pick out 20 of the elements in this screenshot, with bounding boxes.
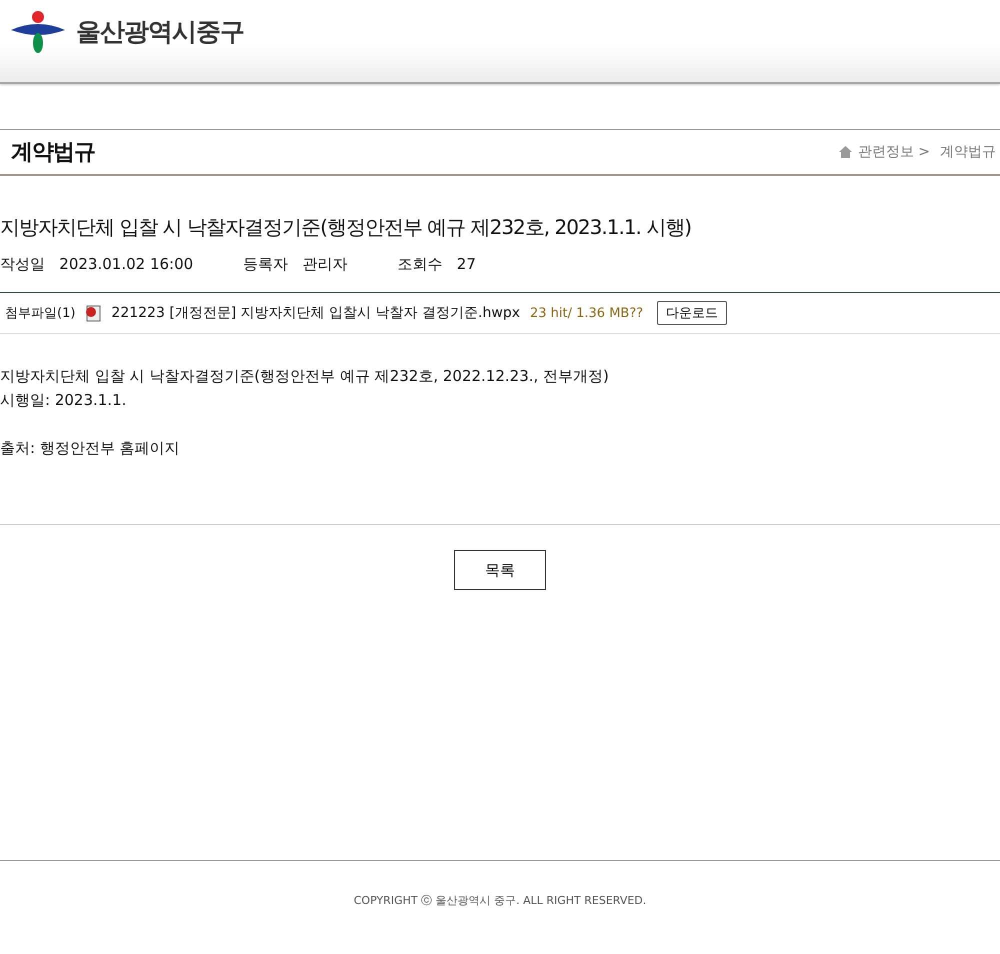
post-meta: 등록자 관리자 <box>243 255 348 274</box>
file-icon <box>85 304 102 322</box>
post-meta: 조회수 27 <box>398 255 476 274</box>
post-title: 지방자치단체 입찰 시 낙찰자결정기준(행정안전부 예규 제232호, 2023.1.1. 시행) <box>0 214 692 241</box>
home-icon <box>838 146 852 158</box>
site-name: 울산광역시중구 <box>76 16 244 48</box>
post-meta: 작성일 2023.01.02 16:00 <box>0 255 194 274</box>
breadcrumb-link[interactable]: 계약법규 <box>940 143 996 161</box>
file-info: 23 hit/ 1.36 MB?? <box>530 306 644 320</box>
attachment-label: 첨부파일(1) <box>5 305 76 322</box>
copyright-text: COPYRIGHT ⓒ 울산광역시 중구. ALL RIGHT RESERVED. <box>354 894 646 907</box>
list-button[interactable]: 목록 <box>454 550 546 590</box>
body-text: 시행일: 2023.1.1. <box>0 390 128 411</box>
logo-icon <box>10 10 66 54</box>
body-text: 출처: 행정안전부 홈페이지 <box>0 438 181 459</box>
body-text: 지방자치단체 입찰 시 낙찰자결정기준(행정안전부 예규 제232호, 2022.12.23., 전부개정) <box>0 366 610 387</box>
attachment-file-link[interactable]: 221223 [개정전문] 지방자치단체 입찰시 낙찰자 결정기준.hwpx <box>111 304 520 322</box>
page-title: 계약법규 <box>11 139 95 167</box>
download-button[interactable]: 다운로드 <box>657 301 728 325</box>
breadcrumb-link[interactable]: 관련정보 > <box>858 143 930 161</box>
